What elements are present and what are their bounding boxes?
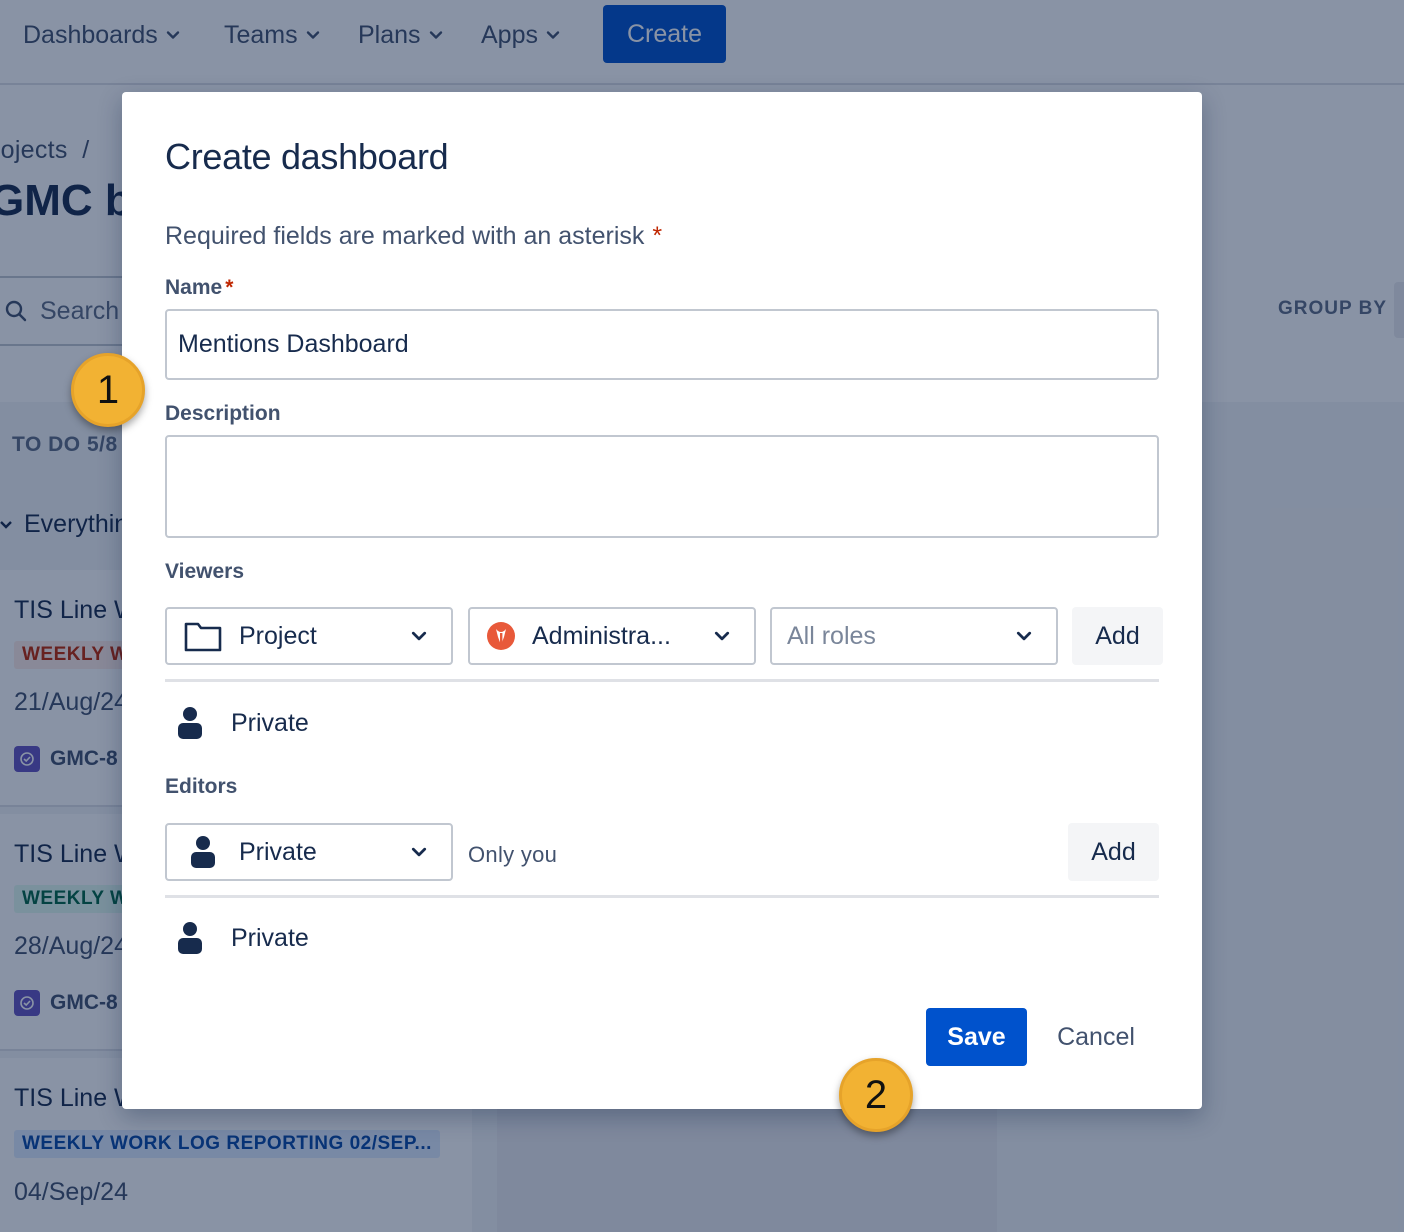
viewers-permission-row: Private: [177, 706, 309, 740]
select-value: Administra...: [532, 621, 671, 650]
divider: [165, 895, 1159, 898]
viewers-add-button[interactable]: Add: [1072, 607, 1163, 665]
select-value: Project: [239, 621, 317, 650]
name-label: Name *: [165, 276, 233, 300]
permission-label: Private: [231, 708, 309, 737]
step-callout-1: 1: [71, 353, 145, 427]
chevron-down-icon: [411, 628, 431, 644]
chevron-down-icon: [411, 844, 431, 860]
person-icon: [178, 922, 202, 954]
editors-select[interactable]: Private: [165, 823, 453, 881]
step-callout-2: 2: [839, 1058, 913, 1132]
select-value: Private: [239, 837, 317, 866]
dialog-title: Create dashboard: [165, 136, 449, 177]
editors-permission-row: Private: [177, 921, 309, 955]
viewers-label: Viewers: [165, 560, 245, 583]
required-note-text: Required fields are marked with an aster…: [165, 222, 645, 250]
chevron-down-icon: [714, 628, 734, 644]
viewers-type-select[interactable]: Project: [165, 607, 453, 665]
divider: [165, 679, 1159, 682]
name-field-value: Mentions Dashboard: [178, 330, 409, 358]
folder-icon: [183, 620, 223, 652]
editors-hint: Only you: [468, 842, 558, 867]
required-asterisk: *: [225, 276, 234, 299]
person-icon: [178, 707, 202, 739]
select-value: All roles: [787, 621, 876, 650]
viewers-project-select[interactable]: Administra...: [468, 607, 756, 665]
cancel-button[interactable]: Cancel: [1040, 1008, 1152, 1066]
chevron-down-icon: [1016, 628, 1036, 644]
required-note: Required fields are marked with an aster…: [165, 222, 662, 251]
person-icon: [183, 835, 223, 869]
description-field[interactable]: [165, 435, 1159, 538]
required-asterisk: *: [652, 222, 663, 250]
editors-add-button[interactable]: Add: [1068, 823, 1159, 881]
name-label-text: Name: [165, 276, 223, 299]
name-field[interactable]: Mentions Dashboard: [165, 309, 1159, 380]
project-avatar-icon: [486, 621, 516, 651]
viewers-role-select[interactable]: All roles: [770, 607, 1058, 665]
editors-label: Editors: [165, 775, 238, 798]
description-label: Description: [165, 402, 281, 425]
create-dashboard-dialog: Create dashboard Required fields are mar…: [122, 92, 1202, 1109]
save-button[interactable]: Save: [926, 1008, 1027, 1066]
permission-label: Private: [231, 923, 309, 952]
